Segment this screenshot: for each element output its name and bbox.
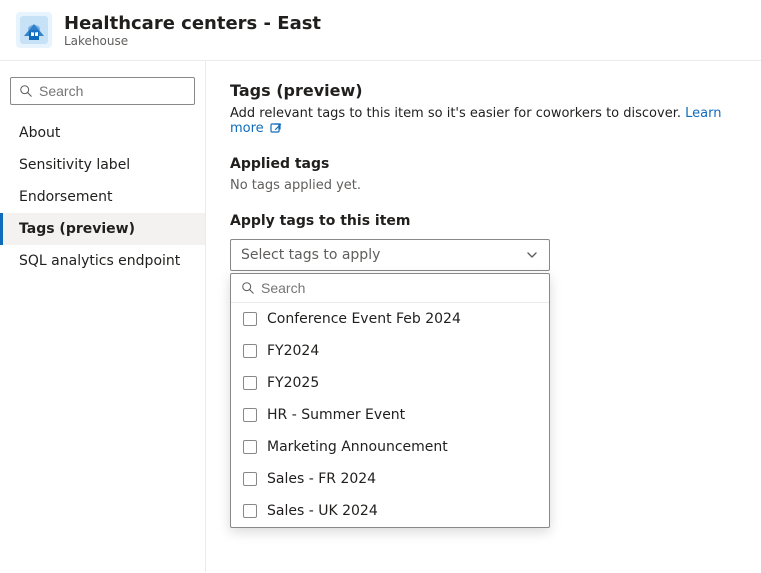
checkbox-hr-summer[interactable] [243,408,257,422]
dropdown-item-hr-summer[interactable]: HR - Summer Event [231,399,549,431]
page-title: Healthcare centers - East [64,13,321,34]
section-description: Add relevant tags to this item so it's e… [230,106,737,136]
dropdown-search-icon [241,281,255,295]
dropdown-item-sales-fr[interactable]: Sales - FR 2024 [231,463,549,495]
tags-dropdown-wrapper: Select tags to apply Conference Event Fe… [230,239,550,271]
dropdown-placeholder: Select tags to apply [241,247,380,263]
checkbox-fy2024[interactable] [243,344,257,358]
main-content: Tags (preview) Add relevant tags to this… [206,61,761,572]
checkbox-fy2025[interactable] [243,376,257,390]
checkbox-sales-uk[interactable] [243,504,257,518]
page-subtitle: Lakehouse [64,34,321,48]
item-label-conference-event: Conference Event Feb 2024 [267,311,461,327]
item-label-sales-fr: Sales - FR 2024 [267,471,376,487]
item-label-sales-uk: Sales - UK 2024 [267,503,378,519]
section-title: Tags (preview) [230,81,737,100]
dropdown-items-list: Conference Event Feb 2024 FY2024 FY2025 HR … [231,303,549,527]
sidebar-item-about[interactable]: About [0,117,205,149]
checkbox-conference-event[interactable] [243,312,257,326]
item-label-fy2025: FY2025 [267,375,319,391]
nav-menu: AboutSensitivity labelEndorsementTags (p… [0,117,205,277]
applied-tags-title: Applied tags [230,156,737,172]
item-label-hr-summer: HR - Summer Event [267,407,405,423]
main-layout: AboutSensitivity labelEndorsementTags (p… [0,61,761,572]
dropdown-item-fy2024[interactable]: FY2024 [231,335,549,367]
apply-tags-title: Apply tags to this item [230,213,737,229]
sidebar-item-tags-preview[interactable]: Tags (preview) [0,213,205,245]
search-icon [19,84,33,98]
chevron-down-icon [525,248,539,262]
dropdown-item-conference-event[interactable]: Conference Event Feb 2024 [231,303,549,335]
item-label-fy2024: FY2024 [267,343,319,359]
tags-dropdown-trigger[interactable]: Select tags to apply [230,239,550,271]
no-tags-text: No tags applied yet. [230,178,737,193]
header-title-block: Healthcare centers - East Lakehouse [64,13,321,48]
dropdown-search-input[interactable] [261,280,539,296]
sidebar-item-endorsement[interactable]: Endorsement [0,181,205,213]
sidebar-item-sql-analytics[interactable]: SQL analytics endpoint [0,245,205,277]
sidebar-search-box[interactable] [10,77,195,105]
checkbox-sales-fr[interactable] [243,472,257,486]
dropdown-search-box[interactable] [231,274,549,303]
description-text: Add relevant tags to this item so it's e… [230,106,681,121]
dropdown-item-marketing[interactable]: Marketing Announcement [231,431,549,463]
dropdown-item-sales-uk[interactable]: Sales - UK 2024 [231,495,549,527]
sidebar-item-sensitivity-label[interactable]: Sensitivity label [0,149,205,181]
tags-dropdown-panel: Conference Event Feb 2024 FY2024 FY2025 HR … [230,273,550,528]
sidebar: AboutSensitivity labelEndorsementTags (p… [0,61,206,572]
search-input[interactable] [39,83,186,99]
item-label-marketing: Marketing Announcement [267,439,448,455]
lakehouse-icon [16,12,52,48]
page-header: Healthcare centers - East Lakehouse [0,0,761,61]
dropdown-item-fy2025[interactable]: FY2025 [231,367,549,399]
external-link-icon [270,123,282,135]
checkbox-marketing[interactable] [243,440,257,454]
